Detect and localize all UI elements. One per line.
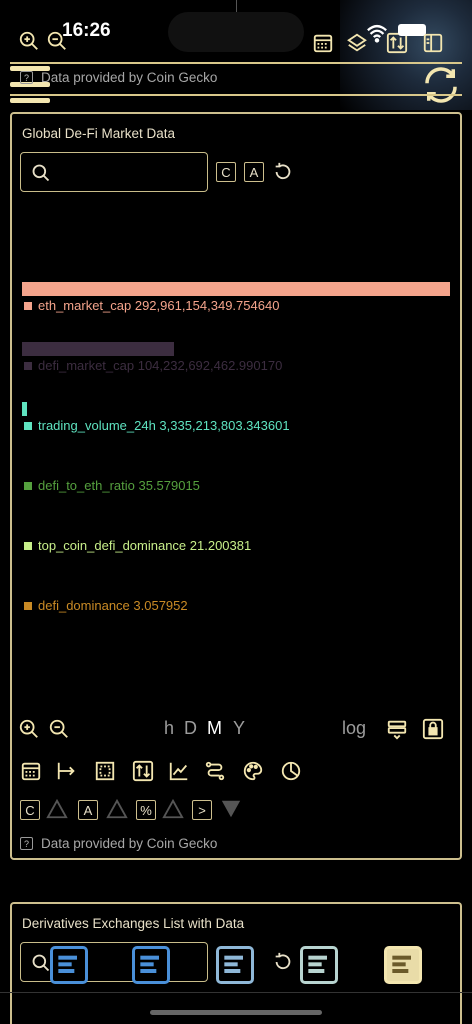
arrow-to-line-icon[interactable]: [56, 760, 78, 782]
dock-app-icon[interactable]: [216, 946, 254, 984]
legend-label: trading_volume_24h 3,335,213,803.343601: [38, 418, 290, 433]
bar-defi_market_cap[interactable]: [22, 342, 175, 356]
legend-swatch: [24, 541, 32, 550]
palette-icon[interactable]: [242, 760, 264, 782]
sort-icon[interactable]: [132, 760, 154, 782]
frame-select-icon[interactable]: [94, 760, 116, 782]
layers-icon[interactable]: [346, 32, 368, 54]
tag-c-button-2[interactable]: C: [20, 800, 40, 820]
card-title: Derivatives Exchanges List with Data: [22, 916, 245, 931]
divider: [0, 992, 472, 993]
legend-top_coin_defi_dominance: top_coin_defi_dominance 21.200381: [24, 538, 251, 553]
dock-app-icon[interactable]: [50, 946, 88, 984]
percent-button[interactable]: %: [136, 800, 156, 820]
refresh-icon[interactable]: [420, 64, 462, 106]
legend-label: defi_market_cap 104,232,692,462.990170: [38, 358, 283, 373]
pie-chart-icon[interactable]: [280, 760, 302, 782]
header-bottom-border: [10, 94, 462, 96]
credit-text: Data provided by Coin Gecko: [41, 70, 218, 85]
help-icon[interactable]: ?: [20, 71, 33, 84]
panel-icon[interactable]: [422, 32, 444, 54]
line-chart-icon[interactable]: [168, 760, 190, 782]
next-button[interactable]: >: [192, 800, 212, 820]
home-indicator[interactable]: [150, 1010, 322, 1015]
legend-defi_to_eth_ratio: defi_to_eth_ratio 35.579015: [24, 478, 200, 493]
dock: [0, 944, 472, 988]
timeframe-h[interactable]: h: [164, 718, 174, 739]
dock-app-icon[interactable]: [300, 946, 338, 984]
zoom-in-icon[interactable]: [18, 30, 40, 52]
legend-label: top_coin_defi_dominance 21.200381: [38, 538, 252, 553]
chart-zoom-in-icon[interactable]: [18, 718, 40, 740]
dock-app-icon[interactable]: [132, 946, 170, 984]
legend-defi_market_cap: defi_market_cap 104,232,692,462.990170: [24, 358, 282, 373]
bar-eth_market_cap[interactable]: [22, 282, 450, 296]
legend-defi_dominance: defi_dominance 3.057952: [24, 598, 188, 613]
timeframe-d[interactable]: D: [184, 718, 197, 739]
bar-trading_volume_24h[interactable]: [22, 402, 27, 416]
guide-line: [236, 0, 237, 12]
legend-swatch: [24, 301, 32, 310]
triangle-icon[interactable]: [162, 798, 184, 820]
timeframe-y[interactable]: Y: [233, 718, 245, 739]
help-icon[interactable]: ?: [20, 837, 33, 850]
defi-market-card: Global De-Fi Market Data C A eth_market_…: [10, 112, 462, 860]
triangle-icon[interactable]: [46, 798, 68, 820]
legend-swatch: [24, 601, 32, 610]
header-credit: ? Data provided by Coin Gecko: [20, 70, 217, 85]
status-time: 16:26: [62, 20, 111, 41]
credit-text: Data provided by Coin Gecko: [41, 836, 218, 851]
legend-label: defi_to_eth_ratio 35.579015: [38, 478, 200, 493]
wifi-icon: [366, 22, 388, 44]
header-top-border: [10, 62, 462, 64]
legend-swatch: [24, 421, 32, 430]
timeframe-m[interactable]: M: [207, 718, 222, 739]
legend-eth_market_cap: eth_market_cap 292,961,154,349.754640: [24, 298, 279, 313]
card-credit: ? Data provided by Coin Gecko: [20, 836, 217, 851]
chart-zoom-out-icon[interactable]: [48, 718, 70, 740]
legend-swatch: [24, 361, 32, 370]
stack-icon[interactable]: [386, 718, 408, 740]
dynamic-island: [168, 12, 304, 52]
bar-chart: eth_market_cap 292,961,154,349.754640 def…: [12, 114, 460, 634]
calendar-icon[interactable]: [20, 760, 42, 782]
legend-swatch: [24, 481, 32, 490]
legend-label: eth_market_cap 292,961,154,349.754640: [38, 298, 280, 313]
triangle-down-icon[interactable]: [220, 798, 242, 820]
log-toggle[interactable]: log: [342, 718, 366, 739]
legend-label: defi_dominance 3.057952: [38, 598, 188, 613]
tag-a-button-2[interactable]: A: [78, 800, 98, 820]
calendar-icon[interactable]: [312, 32, 334, 54]
dock-app-icon[interactable]: [384, 946, 422, 984]
path-icon[interactable]: [204, 760, 226, 782]
legend-trading_volume_24h: trading_volume_24h 3,335,213,803.343601: [24, 418, 290, 433]
triangle-icon[interactable]: [106, 798, 128, 820]
zoom-out-icon[interactable]: [46, 30, 68, 52]
lock-icon[interactable]: [422, 718, 444, 740]
